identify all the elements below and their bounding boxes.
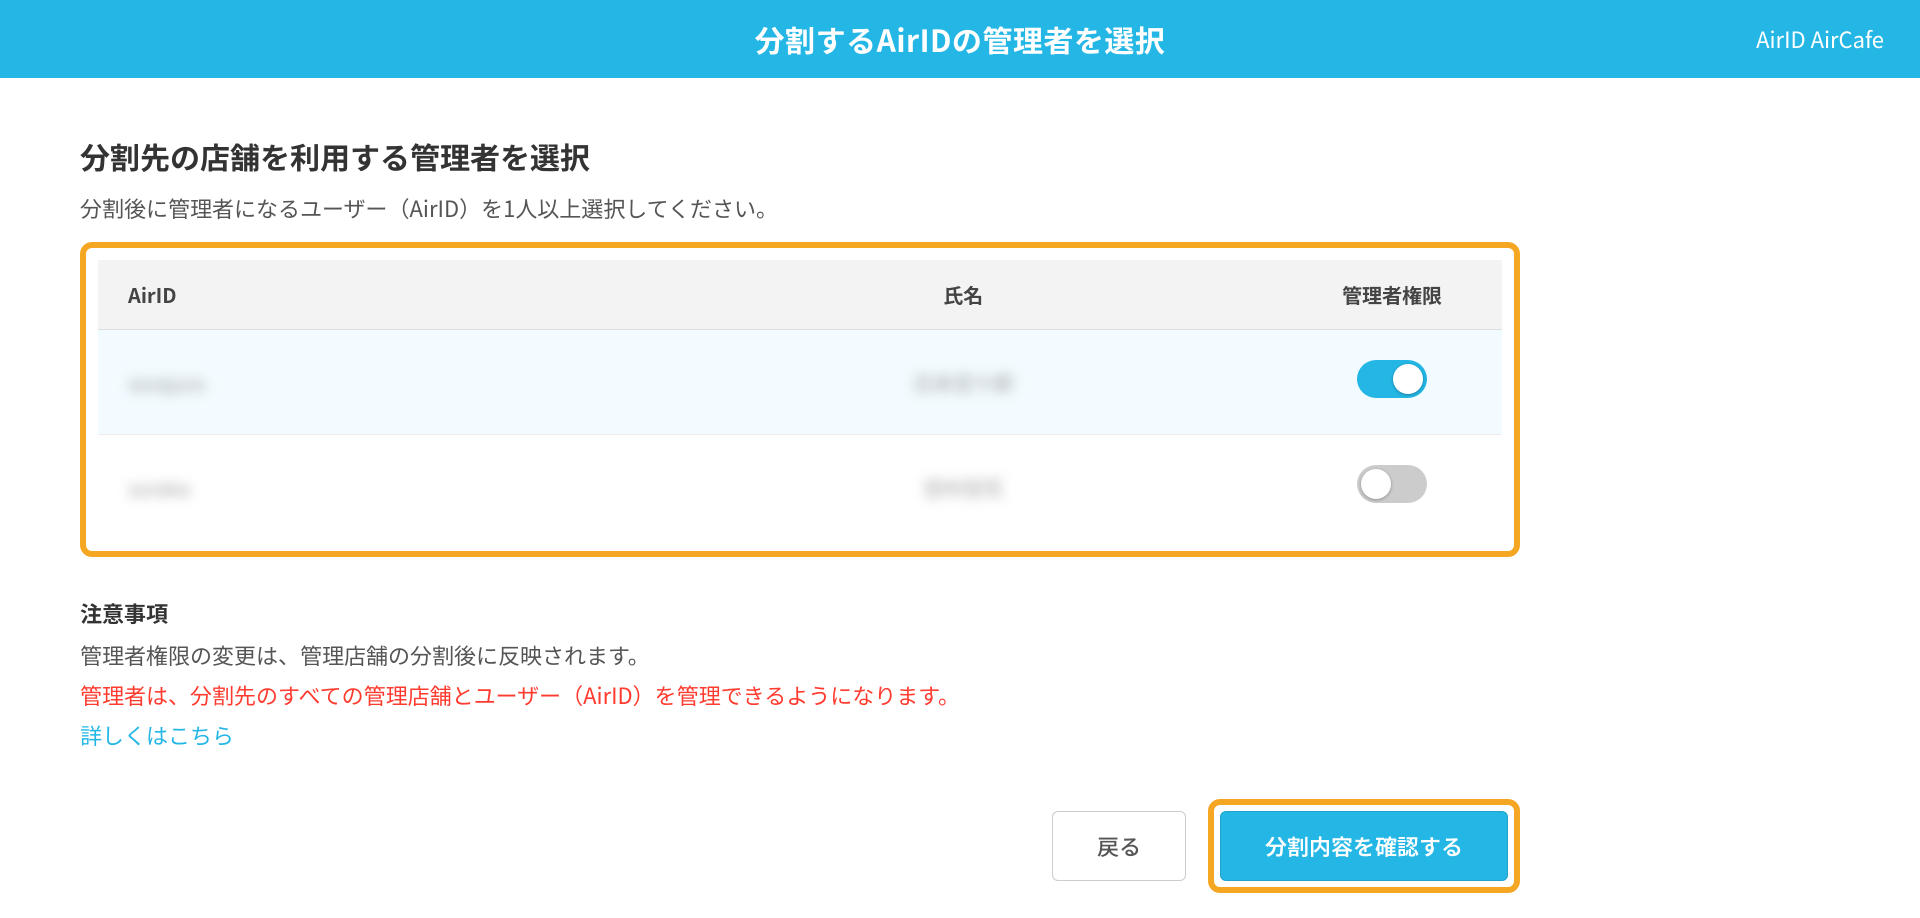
notes-section: 注意事項 管理者権限の変更は、管理店舗の分割後に反映されます。 管理者は、分割先… (80, 597, 1520, 751)
table-header-row: AirID 氏名 管理者権限 (98, 260, 1502, 330)
details-link[interactable]: 詳しくはこちら (80, 719, 234, 751)
confirm-button[interactable]: 分割内容を確認する (1220, 811, 1508, 881)
main-content: 分割先の店舗を利用する管理者を選択 分割後に管理者になるユーザー（AirID）を… (80, 78, 1520, 893)
back-button[interactable]: 戻る (1052, 811, 1186, 881)
col-header-admin: 管理者権限 (1282, 260, 1502, 330)
notes-warning: 管理者は、分割先のすべての管理店舗とユーザー（AirID）を管理できるようになり… (80, 679, 1520, 711)
cell-name: 日本空十郎 (645, 330, 1282, 435)
user-table-highlight: AirID 氏名 管理者権限 sorajuro 日本空十郎 soraka 空村空… (80, 242, 1520, 557)
cell-airid: sorajuro (98, 330, 645, 435)
col-header-airid: AirID (98, 260, 645, 330)
section-description: 分割後に管理者になるユーザー（AirID）を1人以上選択してください。 (80, 192, 1520, 224)
user-table: AirID 氏名 管理者権限 sorajuro 日本空十郎 soraka 空村空… (98, 260, 1502, 539)
cell-admin-toggle (1282, 330, 1502, 435)
admin-toggle[interactable] (1357, 360, 1427, 398)
table-row: soraka 空村空花 (98, 435, 1502, 540)
account-label: AirID AirCafe (1756, 23, 1884, 55)
confirm-button-highlight: 分割内容を確認する (1208, 799, 1520, 893)
notes-line: 管理者権限の変更は、管理店舗の分割後に反映されます。 (80, 639, 1520, 671)
page-title: 分割するAirIDの管理者を選択 (755, 17, 1166, 61)
footer-buttons: 戻る 分割内容を確認する (80, 799, 1520, 893)
section-title: 分割先の店舗を利用する管理者を選択 (80, 134, 1520, 178)
col-header-name: 氏名 (645, 260, 1282, 330)
table-row: sorajuro 日本空十郎 (98, 330, 1502, 435)
app-header: 分割するAirIDの管理者を選択 AirID AirCafe (0, 0, 1920, 78)
admin-toggle[interactable] (1357, 465, 1427, 503)
cell-admin-toggle (1282, 435, 1502, 540)
cell-airid: soraka (98, 435, 645, 540)
notes-title: 注意事項 (80, 597, 1520, 629)
cell-name: 空村空花 (645, 435, 1282, 540)
